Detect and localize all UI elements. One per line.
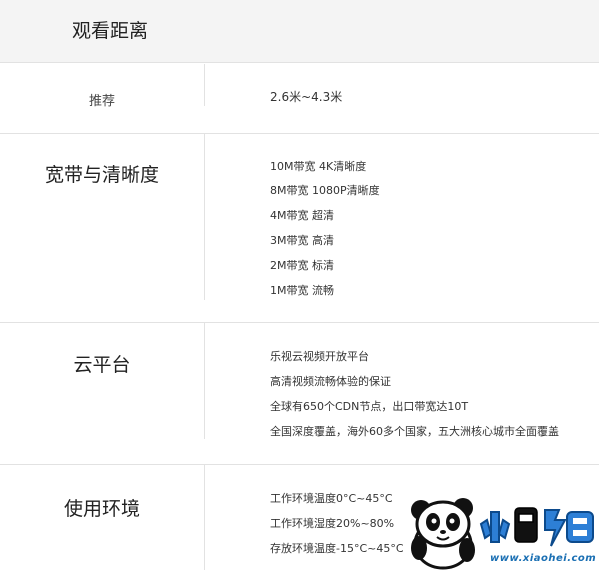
column-divider bbox=[204, 323, 205, 439]
bandwidth-line: 10M带宽 4K清晰度 bbox=[270, 160, 367, 173]
environment-line: 工作环境湿度20%~80% bbox=[270, 517, 395, 530]
distance-title: 观看距离 bbox=[71, 20, 148, 42]
column-divider bbox=[204, 64, 205, 106]
cloud-line: 全球有650个CDN节点，出口带宽达10T bbox=[270, 400, 469, 413]
bandwidth-line: 2M带宽 标清 bbox=[270, 259, 334, 272]
cloud-title: 云平台 bbox=[73, 354, 131, 376]
distance-recommend-value: 2.6米~4.3米 bbox=[270, 90, 343, 104]
distance-recommend-label: 推荐 bbox=[88, 94, 115, 109]
bandwidth-line: 4M带宽 超清 bbox=[270, 209, 334, 222]
environment-line: 工作环境温度0°C~45°C bbox=[270, 492, 393, 505]
divider bbox=[0, 62, 599, 63]
watermark-url: www.xiaohei.com bbox=[490, 553, 597, 564]
divider bbox=[0, 464, 599, 465]
environment-line: 存放环境温度-15°C~45°C bbox=[270, 542, 404, 555]
bandwidth-line: 3M带宽 高清 bbox=[270, 234, 334, 247]
environment-title: 使用环境 bbox=[63, 498, 140, 520]
cloud-line: 高清视频流畅体验的保证 bbox=[270, 375, 391, 388]
bandwidth-line: 8M带宽 1080P清晰度 bbox=[270, 184, 380, 197]
bandwidth-title: 宽带与清晰度 bbox=[44, 164, 159, 186]
cloud-line: 全国深度覆盖，海外60多个国家，五大洲核心城市全面覆盖 bbox=[270, 425, 559, 438]
bandwidth-line: 1M带宽 流畅 bbox=[270, 284, 334, 297]
divider bbox=[0, 133, 599, 134]
column-divider bbox=[204, 465, 205, 570]
divider bbox=[0, 322, 599, 323]
cloud-line: 乐视云视频开放平台 bbox=[270, 350, 369, 363]
column-divider bbox=[204, 134, 205, 300]
